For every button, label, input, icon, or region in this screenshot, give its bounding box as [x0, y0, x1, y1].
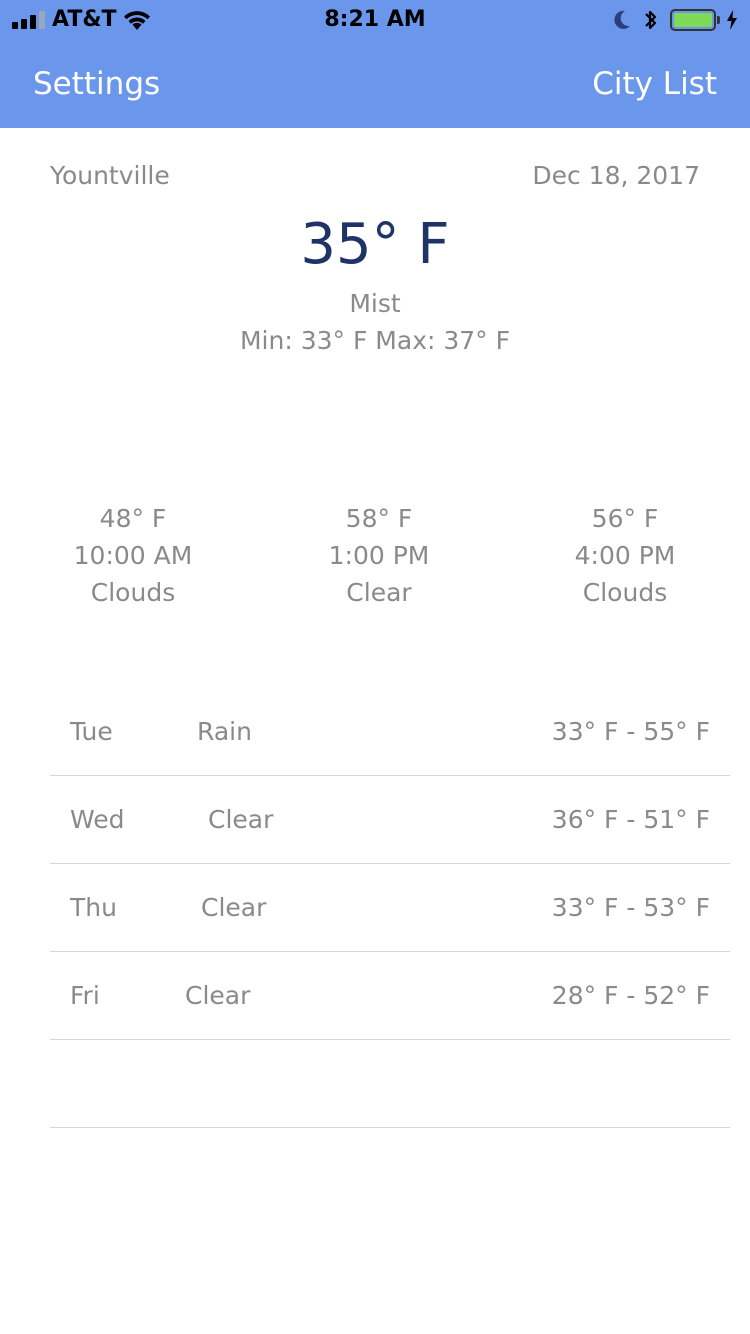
hourly-condition: Clouds: [90, 578, 176, 607]
day-temperature-range: 28° F - 52° F: [551, 981, 710, 1010]
daily-forecast-row[interactable]: Tue Rain 33° F - 55° F: [50, 688, 730, 776]
hourly-temp: 58° F: [345, 504, 413, 533]
hourly-time: 1:00 PM: [328, 541, 430, 570]
current-condition: Mist: [349, 289, 401, 318]
day-name: Fri: [70, 981, 100, 1010]
bluetooth-icon: [643, 8, 659, 36]
day-condition: Clear: [201, 893, 267, 922]
day-name: Thu: [70, 893, 117, 922]
day-temperature-range: 33° F - 53° F: [551, 893, 710, 922]
daily-forecast-row[interactable]: [50, 1040, 730, 1128]
hourly-condition: Clear: [346, 578, 412, 607]
daily-forecast-row[interactable]: Wed Clear 36° F - 51° F: [50, 776, 730, 864]
day-temperature-range: 36° F - 51° F: [551, 805, 710, 834]
day-name: Wed: [70, 805, 125, 834]
current-temperature: 35° F: [300, 212, 450, 277]
status-bar: AT&T 8:21 AM: [0, 0, 750, 40]
hourly-forecast-item: 56° F 4:00 PM Clouds: [500, 500, 750, 611]
current-date: Dec 18, 2017: [532, 161, 700, 190]
hourly-time: 10:00 AM: [73, 541, 193, 570]
day-condition: Rain: [197, 717, 252, 746]
hourly-forecast-item: 58° F 1:00 PM Clear: [254, 500, 504, 611]
daily-forecast-row[interactable]: Fri Clear 28° F - 52° F: [50, 952, 730, 1040]
hourly-temp: 48° F: [99, 504, 167, 533]
day-temperature-range: 33° F - 55° F: [551, 717, 710, 746]
day-name: Tue: [70, 717, 113, 746]
day-condition: Clear: [185, 981, 251, 1010]
charging-bolt-icon: [726, 9, 738, 35]
battery-icon: [670, 9, 716, 31]
do-not-disturb-moon-icon: [612, 9, 632, 35]
settings-button[interactable]: Settings: [33, 64, 160, 104]
status-time: 8:21 AM: [324, 7, 426, 32]
battery-tip: [717, 16, 720, 24]
hourly-temp: 56° F: [591, 504, 659, 533]
hourly-condition: Clouds: [582, 578, 668, 607]
city-name: Yountville: [50, 161, 170, 190]
weather-screen: AT&T 8:21 AM Settings City List Yountvil…: [0, 0, 750, 1334]
day-condition: Clear: [208, 805, 274, 834]
daily-forecast-list: Tue Rain 33° F - 55° F Wed Clear 36° F -…: [50, 688, 730, 1128]
header: AT&T 8:21 AM Settings City List: [0, 0, 750, 128]
battery-level-fill: [674, 13, 712, 27]
city-list-button[interactable]: City List: [592, 64, 717, 104]
min-max-temperature: Min: 33° F Max: 37° F: [239, 326, 510, 355]
hourly-forecast-item: 48° F 10:00 AM Clouds: [8, 500, 258, 611]
daily-forecast-row[interactable]: Thu Clear 33° F - 53° F: [50, 864, 730, 952]
hourly-time: 4:00 PM: [574, 541, 676, 570]
